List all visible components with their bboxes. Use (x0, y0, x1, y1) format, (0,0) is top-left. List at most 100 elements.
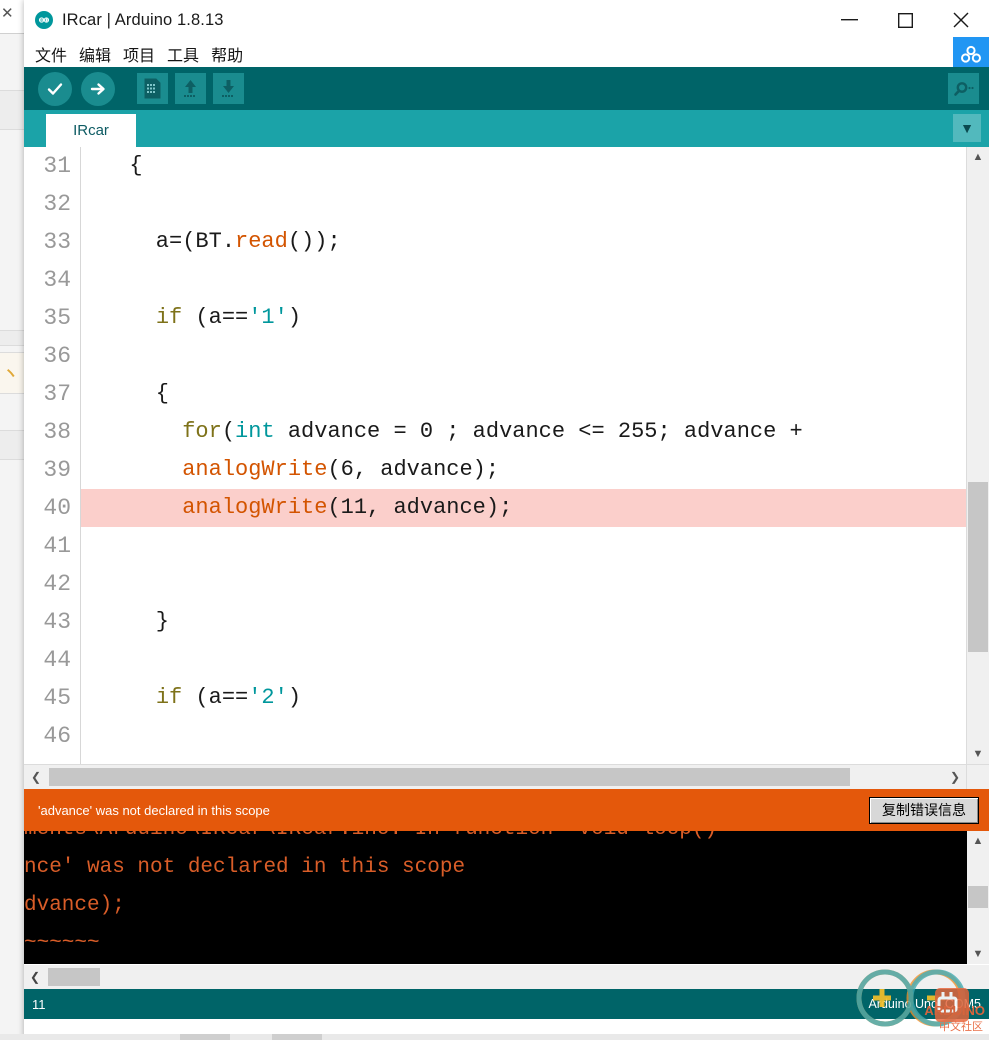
menu-item-tools[interactable]: 工具 (164, 42, 202, 66)
code-line[interactable]: if (a=='1') (81, 299, 967, 337)
scroll-down-icon[interactable]: ▼ (967, 744, 989, 764)
line-number: 38 (43, 419, 71, 445)
scroll-left-icon[interactable]: ❮ (24, 965, 46, 989)
line-number: 39 (43, 457, 71, 483)
line-number: 32 (43, 191, 71, 217)
code-line[interactable] (81, 337, 967, 375)
window-title: IRcar | Arduino 1.8.13 (62, 10, 224, 29)
window-controls (821, 0, 989, 40)
arduino-logo-icon (35, 11, 53, 29)
code-token: analogWrite (182, 495, 328, 520)
maximize-button[interactable] (877, 0, 933, 40)
scrollbar-thumb[interactable] (49, 768, 850, 786)
code-line[interactable] (81, 527, 967, 565)
code-line[interactable]: { (81, 147, 967, 185)
code-line[interactable]: if (a=='2') (81, 679, 967, 717)
code-token: { (103, 381, 170, 406)
scrollbar-corner (966, 765, 989, 789)
line-number: 35 (43, 305, 71, 331)
background-window-strip (0, 430, 24, 460)
code-line[interactable] (81, 717, 967, 755)
status-line-number: 11 (32, 996, 46, 1012)
arduino-ide-window: IRcar | Arduino 1.8.13 文件 编辑 项目 工具 帮助 IR… (24, 0, 989, 1040)
taskbar-item[interactable] (180, 1034, 230, 1040)
scroll-up-icon[interactable]: ▲ (967, 831, 989, 851)
scroll-down-icon[interactable]: ▼ (967, 944, 989, 964)
code-line[interactable] (81, 185, 967, 223)
code-token: } (103, 609, 170, 634)
editor-vertical-scrollbar[interactable]: ▲ ▼ (966, 147, 989, 764)
chevron-down-icon[interactable]: ▼ (953, 114, 981, 142)
line-number: 42 (43, 571, 71, 597)
code-token: '2' (248, 685, 288, 710)
code-token: if (155, 685, 183, 710)
editor-horizontal-scrollbar[interactable]: ❮ ❯ (24, 764, 989, 789)
code-line[interactable]: for(int advance = 0 ; advance <= 255; ad… (81, 413, 967, 451)
new-file-button[interactable] (137, 73, 168, 104)
background-window[interactable]: ✕ ヽ (0, 0, 25, 1040)
menu-item-edit[interactable]: 编辑 (76, 42, 114, 66)
status-board-info: Arduino Uno, COM5 (868, 997, 981, 1011)
taskbar-item[interactable] (272, 1034, 322, 1040)
code-line[interactable]: a=(BT.read()); (81, 223, 967, 261)
background-close-icon[interactable]: ✕ (1, 4, 14, 22)
code-line[interactable]: } (81, 603, 967, 641)
code-editor[interactable]: 31 32 33 34 35 36 37 38 39 40 41 42 43 44 45 46 { a=(BT… (24, 147, 989, 764)
save-button[interactable] (213, 73, 244, 104)
line-number: 36 (43, 343, 71, 369)
tab-label: IRcar (73, 122, 109, 139)
background-window-strip (0, 330, 24, 346)
taskbar (0, 1034, 989, 1040)
copy-error-button[interactable]: 复制错误信息 (869, 796, 979, 824)
console-horizontal-scrollbar[interactable]: ❮ (24, 964, 989, 989)
minimize-button[interactable] (821, 0, 877, 40)
console-line: nce' was not declared in this scope (24, 856, 466, 879)
code-token: for (182, 419, 222, 444)
titlebar: IRcar | Arduino 1.8.13 (24, 0, 989, 40)
background-window-strip (0, 90, 24, 130)
tab-ircar[interactable]: IRcar (46, 114, 136, 147)
console-output[interactable]: ments\Arduino\IRcar\IRcar.ino: In functi… (24, 831, 989, 964)
code-token: ) (287, 685, 302, 710)
console-text: ments\Arduino\IRcar\IRcar.ino: In functi… (24, 831, 967, 964)
scroll-up-icon[interactable]: ▲ (967, 147, 989, 167)
code-token: analogWrite (182, 457, 328, 482)
upload-button[interactable] (81, 71, 115, 106)
menu-item-sketch[interactable]: 项目 (120, 42, 158, 66)
verify-button[interactable] (38, 71, 72, 106)
code-token: (a== (182, 685, 249, 710)
open-button[interactable] (175, 73, 206, 104)
line-number: 41 (43, 533, 71, 559)
code-line[interactable]: { (81, 375, 967, 413)
app-icon[interactable] (953, 37, 989, 70)
menu-item-help[interactable]: 帮助 (208, 42, 246, 66)
scroll-right-icon[interactable]: ❯ (943, 765, 967, 789)
menu-item-file[interactable]: 文件 (32, 42, 70, 66)
line-number: 33 (43, 229, 71, 255)
error-message: 'advance' was not declared in this scope (38, 802, 270, 818)
line-number: 40 (43, 495, 71, 521)
tab-strip: IRcar ▼ (24, 110, 989, 147)
close-button[interactable] (933, 0, 989, 40)
code-line[interactable] (81, 565, 967, 603)
scrollbar-thumb[interactable] (48, 968, 100, 986)
serial-monitor-button[interactable] (948, 73, 979, 104)
scroll-left-icon[interactable]: ❮ (24, 765, 48, 789)
scrollbar-thumb[interactable] (968, 482, 988, 652)
code-line-error[interactable]: analogWrite(11, advance); (81, 489, 967, 527)
code-line[interactable] (81, 261, 967, 299)
code-token: (11, advance); (327, 495, 513, 520)
code-token: a=(BT. (103, 229, 236, 254)
line-number: 37 (43, 381, 71, 407)
code-line[interactable]: analogWrite(6, advance); (81, 451, 967, 489)
code-token: advance = 0 ; advance <= 255; advance + (274, 419, 803, 444)
console-vertical-scrollbar[interactable]: ▲ ▼ (967, 831, 989, 964)
code-line[interactable] (81, 641, 967, 679)
code-token: ) (287, 305, 302, 330)
line-number: 44 (43, 647, 71, 673)
scrollbar-thumb[interactable] (968, 886, 988, 908)
code-token: (6, advance); (327, 457, 500, 482)
code-text-area[interactable]: { a=(BT.read()); if (a=='1') { for(int a… (81, 147, 967, 764)
